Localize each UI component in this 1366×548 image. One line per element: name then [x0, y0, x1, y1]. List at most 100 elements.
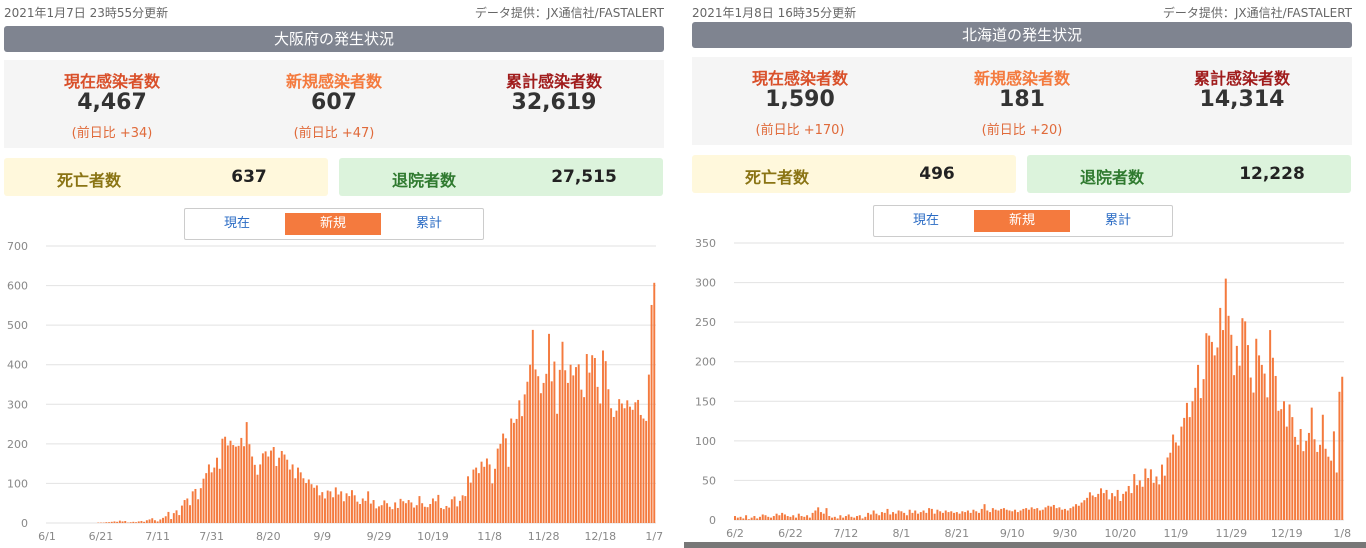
bar[interactable] — [1199, 398, 1202, 520]
bar[interactable] — [518, 400, 521, 523]
bar[interactable] — [110, 521, 113, 523]
bar[interactable] — [634, 402, 637, 523]
bar[interactable] — [639, 414, 642, 523]
bar[interactable] — [512, 422, 515, 523]
bar[interactable] — [1291, 417, 1294, 520]
bar[interactable] — [502, 433, 505, 523]
bar[interactable] — [1030, 507, 1033, 520]
bar[interactable] — [1050, 506, 1053, 520]
bar[interactable] — [1283, 401, 1285, 520]
bar[interactable] — [118, 520, 121, 523]
bar[interactable] — [1210, 341, 1213, 520]
bar[interactable] — [375, 508, 378, 523]
bar[interactable] — [1197, 364, 1200, 520]
bar[interactable] — [795, 517, 797, 520]
bar[interactable] — [1155, 476, 1158, 520]
bar[interactable] — [526, 381, 529, 523]
bar[interactable] — [1100, 488, 1102, 520]
bar[interactable] — [175, 510, 178, 523]
bar[interactable] — [1330, 460, 1333, 520]
bar[interactable] — [259, 464, 262, 523]
bar[interactable] — [1224, 278, 1227, 520]
bar[interactable] — [872, 510, 875, 521]
bar[interactable] — [1169, 452, 1172, 520]
bar[interactable] — [1316, 451, 1319, 520]
tab-new[interactable]: 新規 — [285, 213, 381, 235]
bar[interactable] — [980, 508, 983, 520]
bar[interactable] — [129, 522, 132, 523]
bar[interactable] — [475, 467, 478, 523]
bar[interactable] — [372, 500, 375, 523]
bar[interactable] — [789, 516, 792, 520]
bar[interactable] — [151, 518, 154, 523]
bar[interactable] — [583, 397, 586, 523]
bar[interactable] — [1147, 478, 1150, 520]
bar[interactable] — [418, 496, 421, 523]
bar[interactable] — [1294, 436, 1297, 520]
bar[interactable] — [240, 437, 243, 523]
bar[interactable] — [251, 456, 254, 523]
bar[interactable] — [833, 516, 836, 520]
bar[interactable] — [599, 403, 602, 523]
bar[interactable] — [836, 518, 839, 520]
bar[interactable] — [399, 498, 402, 523]
bar[interactable] — [243, 446, 245, 523]
bar[interactable] — [772, 516, 775, 520]
bar[interactable] — [548, 333, 550, 523]
bar[interactable] — [326, 490, 329, 523]
bar[interactable] — [1258, 355, 1261, 520]
bar[interactable] — [878, 515, 881, 520]
bar[interactable] — [1127, 485, 1130, 520]
bar[interactable] — [637, 399, 640, 523]
bar[interactable] — [377, 506, 380, 523]
bar[interactable] — [491, 483, 494, 523]
bar[interactable] — [997, 510, 1000, 521]
bar[interactable] — [1102, 493, 1105, 520]
bar[interactable] — [978, 512, 980, 520]
bar[interactable] — [226, 445, 229, 523]
bar[interactable] — [429, 504, 432, 523]
bar[interactable] — [305, 483, 308, 523]
bar[interactable] — [1122, 493, 1125, 520]
bar[interactable] — [1335, 472, 1338, 520]
bar[interactable] — [580, 389, 583, 523]
bar[interactable] — [1338, 391, 1341, 520]
bar[interactable] — [1091, 495, 1094, 520]
bar[interactable] — [456, 506, 459, 523]
bar[interactable] — [458, 500, 461, 523]
bar[interactable] — [1313, 439, 1316, 520]
bar[interactable] — [423, 506, 426, 523]
bar[interactable] — [742, 518, 745, 520]
bar[interactable] — [1332, 431, 1335, 520]
bar[interactable] — [145, 520, 148, 523]
bar[interactable] — [388, 506, 391, 523]
bar[interactable] — [1094, 497, 1097, 520]
bar[interactable] — [800, 516, 803, 520]
bar[interactable] — [564, 370, 567, 523]
bar[interactable] — [156, 521, 159, 523]
bar[interactable] — [607, 389, 610, 523]
bar[interactable] — [421, 503, 424, 523]
bar[interactable] — [550, 381, 553, 523]
bar[interactable] — [1327, 456, 1330, 520]
bar[interactable] — [944, 510, 947, 521]
bar[interactable] — [510, 418, 513, 523]
bar[interactable] — [359, 504, 362, 523]
bar[interactable] — [618, 399, 621, 523]
bar[interactable] — [991, 508, 994, 520]
bar[interactable] — [172, 513, 175, 523]
bar[interactable] — [966, 510, 969, 521]
bar[interactable] — [1188, 417, 1191, 520]
bar[interactable] — [464, 496, 467, 523]
bar[interactable] — [1052, 504, 1055, 520]
bar[interactable] — [313, 487, 316, 523]
bar[interactable] — [1119, 501, 1122, 520]
bar[interactable] — [453, 496, 456, 523]
bar[interactable] — [1252, 392, 1255, 520]
bar[interactable] — [515, 418, 518, 523]
bar[interactable] — [941, 512, 944, 520]
bar[interactable] — [828, 516, 831, 520]
bar[interactable] — [1246, 345, 1249, 520]
bar[interactable] — [1072, 506, 1075, 520]
bar[interactable] — [332, 497, 335, 523]
